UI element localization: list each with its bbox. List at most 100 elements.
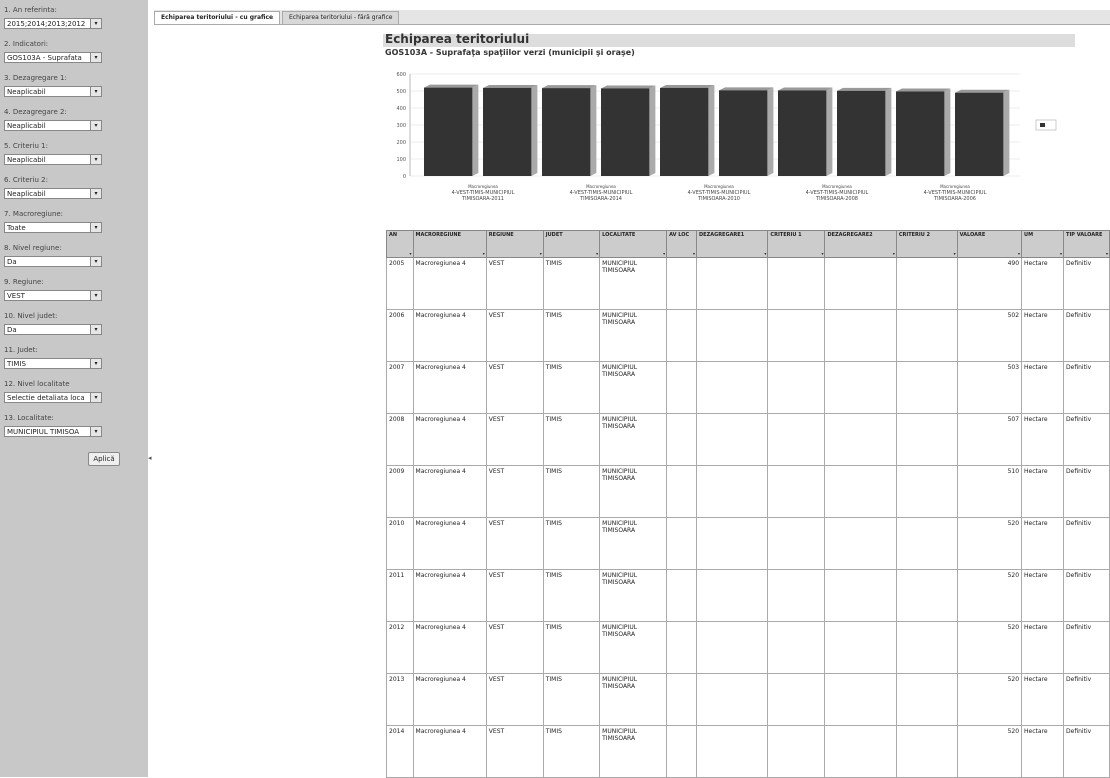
bar[interactable] (660, 87, 709, 176)
chevron-down-icon[interactable]: ▾ (90, 121, 101, 130)
column-header-label: AN (389, 232, 398, 238)
column-header[interactable]: UM ▾ (1021, 230, 1065, 258)
chevron-down-icon[interactable]: ▾ (90, 359, 101, 368)
table-cell: TIMIS (542, 413, 601, 466)
tab-with-charts[interactable]: Echiparea teritoriului - cu grafice (154, 11, 281, 24)
filter-select[interactable]: MUNICIPIUL TIMISOA ▾ (4, 426, 102, 437)
table-cell: Definitiv (1063, 517, 1110, 570)
bar[interactable] (601, 88, 650, 176)
table-cell (666, 465, 698, 518)
sort-icon[interactable]: ▾ (1060, 251, 1062, 256)
y-tick-label: 200 (396, 140, 406, 146)
bar[interactable] (778, 90, 827, 176)
sort-icon[interactable]: ▾ (764, 251, 766, 256)
column-header[interactable]: TIP VALOARE ▾ (1063, 230, 1110, 258)
sort-icon[interactable]: ▾ (483, 251, 485, 256)
filter-select[interactable]: Selectie detaliata loca ▾ (4, 392, 102, 403)
chevron-down-icon[interactable]: ▾ (90, 257, 101, 266)
sort-icon[interactable]: ▾ (893, 251, 895, 256)
tab-without-charts[interactable]: Echiparea teritoriului - fără grafice (282, 11, 400, 24)
bar[interactable] (837, 90, 886, 176)
chevron-down-icon[interactable]: ▾ (90, 87, 101, 96)
filter-select[interactable]: Neaplicabil ▾ (4, 86, 102, 97)
bar-top-face (955, 89, 1010, 93)
filter-select[interactable]: Da ▾ (4, 324, 102, 335)
sort-icon[interactable]: ▾ (821, 251, 823, 256)
chevron-down-icon[interactable]: ▾ (90, 53, 101, 62)
column-header[interactable]: DEZAGREGARE1 ▾ (696, 230, 769, 258)
table-cell (895, 517, 958, 570)
column-header[interactable]: MACROREGIUNE ▾ (412, 230, 487, 258)
bar-top-face (601, 85, 656, 89)
sort-icon[interactable]: ▾ (693, 251, 695, 256)
bar[interactable] (424, 87, 473, 176)
table-cell: Hectare (1021, 621, 1065, 674)
table-cell: MUNICIPIUL TIMISOARA (599, 309, 668, 362)
filter-select[interactable]: GOS103A - Suprafata ▾ (4, 52, 102, 63)
chevron-down-icon[interactable]: ▾ (90, 291, 101, 300)
column-header[interactable]: DEZAGREGARE2 ▾ (824, 230, 897, 258)
filter-select[interactable]: Toate ▾ (4, 222, 102, 233)
chevron-down-icon[interactable]: ▾ (90, 223, 101, 232)
chevron-down-icon[interactable]: ▾ (90, 427, 101, 436)
column-header[interactable]: VALOARE ▾ (956, 230, 1023, 258)
filter-select[interactable]: 2015;2014;2013;2012 ▾ (4, 18, 102, 29)
column-header-label: VALOARE (959, 232, 986, 238)
table-cell: MUNICIPIUL TIMISOARA (599, 361, 668, 414)
filter-select[interactable]: TIMIS ▾ (4, 358, 102, 369)
bar[interactable] (719, 90, 768, 176)
column-header[interactable]: CRITERIU 1 ▾ (767, 230, 826, 258)
table-cell (767, 413, 826, 466)
filter-select[interactable]: VEST ▾ (4, 290, 102, 301)
chevron-down-icon[interactable]: ▾ (90, 393, 101, 402)
sort-icon[interactable]: ▾ (410, 251, 412, 256)
chevron-down-icon[interactable]: ▾ (90, 19, 101, 28)
apply-button[interactable]: Aplică (88, 452, 120, 466)
bar[interactable] (955, 92, 1004, 176)
bar[interactable] (542, 88, 591, 176)
sort-icon[interactable]: ▾ (1106, 251, 1108, 256)
legend-swatch (1040, 123, 1045, 127)
sort-icon[interactable]: ▾ (1018, 251, 1020, 256)
table-cell: MUNICIPIUL TIMISOARA (599, 673, 668, 726)
table-cell (767, 517, 826, 570)
bar-top-face (896, 88, 951, 92)
sort-icon[interactable]: ▾ (540, 251, 542, 256)
column-header[interactable]: REGIUNE ▾ (485, 230, 544, 258)
table-cell (696, 361, 769, 414)
column-header[interactable]: AN ▾ (386, 230, 414, 258)
chevron-down-icon[interactable]: ▾ (90, 325, 101, 334)
table-cell (767, 257, 826, 310)
bar-top-face (483, 84, 538, 88)
bar-side-face (944, 88, 951, 176)
table-cell (767, 465, 826, 518)
column-header-label: DEZAGREGARE1 (699, 232, 745, 238)
table-cell: Hectare (1021, 725, 1065, 778)
column-header[interactable]: JUDET ▾ (542, 230, 601, 258)
column-header[interactable]: CRITERIU 2 ▾ (895, 230, 958, 258)
collapse-sidebar-icon[interactable]: ◂ (148, 454, 154, 462)
chevron-down-icon[interactable]: ▾ (90, 155, 101, 164)
table-cell: 520 (956, 725, 1023, 778)
bar-side-face (708, 84, 715, 176)
bar[interactable] (483, 87, 532, 176)
filter-select[interactable]: Neaplicabil ▾ (4, 188, 102, 199)
bar[interactable] (896, 91, 945, 176)
table-cell (895, 621, 958, 674)
bar-chart: 6005004003002001000Macroregiunea4-VEST-T… (396, 72, 1057, 202)
sort-icon[interactable]: ▾ (596, 251, 598, 256)
filter-select[interactable]: Neaplicabil ▾ (4, 154, 102, 165)
sort-icon[interactable]: ▾ (954, 251, 956, 256)
table-cell: 520 (956, 673, 1023, 726)
table-cell: TIMIS (542, 309, 601, 362)
chevron-down-icon[interactable]: ▾ (90, 189, 101, 198)
column-header[interactable]: LOCALITATE ▾ (599, 230, 668, 258)
sort-icon[interactable]: ▾ (663, 251, 665, 256)
table-cell: Macroregiunea 4 (412, 673, 487, 726)
filter-select[interactable]: Da ▾ (4, 256, 102, 267)
x-tick-label: Macroregiunea (704, 184, 734, 189)
table-cell: Hectare (1021, 569, 1065, 622)
filter-select[interactable]: Neaplicabil ▾ (4, 120, 102, 131)
tab-bar: Echiparea teritoriului - cu grafice Echi… (154, 10, 1110, 25)
column-header[interactable]: AV LOC ▾ (666, 230, 698, 258)
